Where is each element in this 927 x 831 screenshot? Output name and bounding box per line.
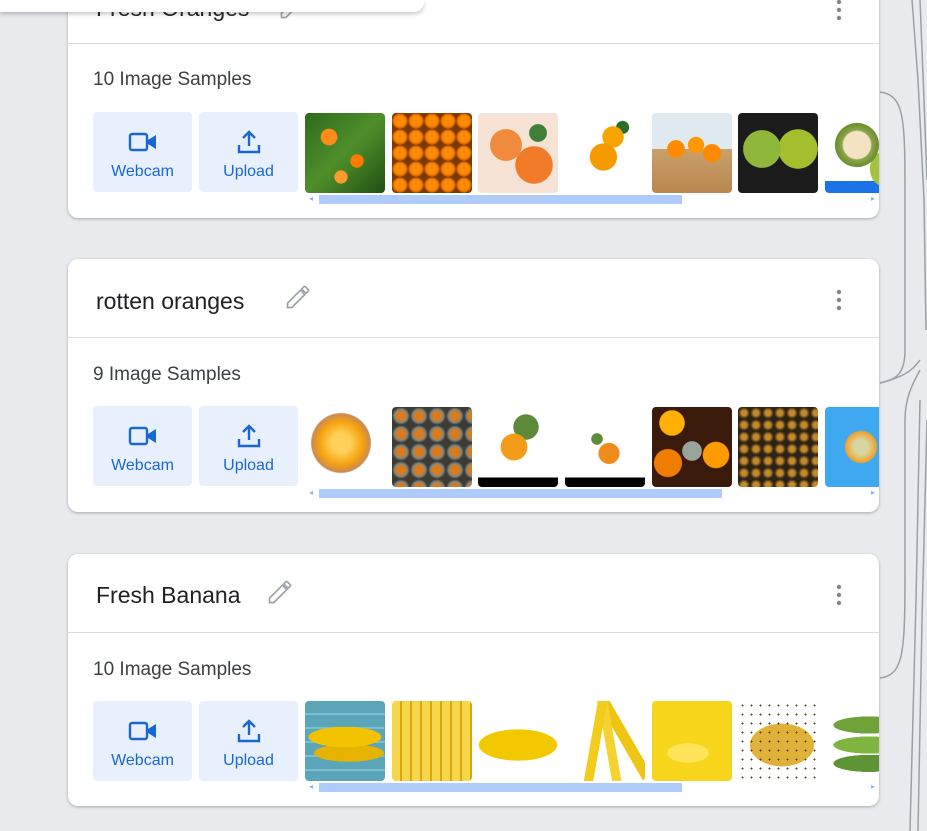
scroll-right-arrow[interactable]: ▸ bbox=[871, 782, 875, 791]
videocam-icon bbox=[128, 721, 156, 741]
upload-icon bbox=[237, 130, 260, 154]
thumbnail-scrollbar[interactable]: ◂ ▸ bbox=[305, 487, 879, 499]
scroll-left-arrow[interactable]: ◂ bbox=[309, 782, 313, 791]
scroll-left-arrow[interactable]: ◂ bbox=[309, 488, 313, 497]
class-title[interactable]: rotten oranges bbox=[96, 288, 244, 315]
scroll-left-arrow[interactable]: ◂ bbox=[309, 194, 313, 203]
moldy-orange-photo[interactable] bbox=[305, 407, 385, 487]
webcam-label: Webcam bbox=[111, 163, 174, 180]
upload-icon bbox=[237, 719, 260, 743]
thumbnail-scrollbar[interactable]: ◂ ▸ bbox=[305, 781, 879, 793]
scrollbar-thumb[interactable] bbox=[319, 489, 722, 498]
upload-label: Upload bbox=[223, 457, 274, 474]
class-card-header: Fresh Banana bbox=[68, 554, 879, 633]
webcam-label: Webcam bbox=[111, 457, 174, 474]
class-card-rotten-oranges: rotten oranges 9 Image Samples Webcam Up… bbox=[68, 259, 879, 512]
orange-branch-photo[interactable] bbox=[565, 113, 645, 193]
samples-count: 10 Image Samples bbox=[93, 659, 252, 680]
oranges-grid-photo[interactable] bbox=[392, 113, 472, 193]
webcam-label: Webcam bbox=[111, 752, 174, 769]
moldy-orange-blue-photo[interactable] bbox=[825, 407, 879, 487]
upload-icon bbox=[237, 424, 260, 448]
banana-bunches-photo[interactable] bbox=[392, 701, 472, 781]
sample-thumbnail-strip[interactable] bbox=[305, 701, 879, 781]
more-vert-icon[interactable] bbox=[829, 583, 849, 607]
rotten-orange-bin-photo[interactable] bbox=[652, 407, 732, 487]
upload-label: Upload bbox=[223, 752, 274, 769]
webcam-button[interactable]: Webcam bbox=[93, 701, 192, 781]
rotten-orange-small-photo[interactable] bbox=[565, 407, 645, 487]
pencil-icon[interactable] bbox=[284, 283, 312, 311]
class-card-fresh-banana: Fresh Banana 10 Image Samples Webcam Upl… bbox=[68, 554, 879, 806]
upload-button[interactable]: Upload bbox=[199, 406, 298, 486]
thumbnail-scrollbar[interactable]: ◂ ▸ bbox=[305, 193, 879, 205]
webcam-button[interactable]: Webcam bbox=[93, 406, 192, 486]
green-bananas-photo[interactable] bbox=[825, 701, 879, 781]
sample-thumbnail-strip[interactable] bbox=[305, 407, 879, 487]
samples-count: 10 Image Samples bbox=[93, 69, 252, 90]
cut-orange-photo[interactable] bbox=[825, 113, 879, 193]
overlay-panel-edge bbox=[0, 0, 424, 12]
class-card-header: rotten oranges bbox=[68, 259, 879, 338]
upload-button[interactable]: Upload bbox=[199, 701, 298, 781]
class-title[interactable]: Fresh Banana bbox=[96, 582, 240, 609]
videocam-icon bbox=[128, 132, 156, 152]
rotten-orange-pile-photo[interactable] bbox=[392, 407, 472, 487]
scrollbar-thumb[interactable] bbox=[319, 783, 682, 792]
orange-basket-photo[interactable] bbox=[652, 113, 732, 193]
class-card-fresh-oranges: Fresh Oranges 10 Image Samples Webcam Up… bbox=[68, 0, 879, 218]
rotten-fruit-pile-photo[interactable] bbox=[738, 407, 818, 487]
upload-label: Upload bbox=[223, 163, 274, 180]
pencil-icon[interactable] bbox=[266, 578, 294, 606]
more-vert-icon[interactable] bbox=[829, 0, 849, 22]
scrollbar-thumb[interactable] bbox=[319, 195, 682, 204]
upload-button[interactable]: Upload bbox=[199, 112, 298, 192]
banana-cluster-photo[interactable] bbox=[565, 701, 645, 781]
webcam-button[interactable]: Webcam bbox=[93, 112, 192, 192]
samples-count: 9 Image Samples bbox=[93, 364, 241, 385]
rotten-orange-leaf-photo[interactable] bbox=[478, 407, 558, 487]
bananas-wood-photo[interactable] bbox=[305, 701, 385, 781]
more-vert-icon[interactable] bbox=[829, 288, 849, 312]
videocam-icon bbox=[128, 426, 156, 446]
spotted-bananas-photo[interactable] bbox=[738, 701, 818, 781]
scroll-right-arrow[interactable]: ▸ bbox=[871, 488, 875, 497]
bananas-yellow-bg-photo[interactable] bbox=[652, 701, 732, 781]
green-oranges-photo[interactable] bbox=[738, 113, 818, 193]
orange-tree-photo[interactable] bbox=[305, 113, 385, 193]
tangerines-photo[interactable] bbox=[478, 113, 558, 193]
sample-thumbnail-strip[interactable] bbox=[305, 113, 879, 193]
scroll-right-arrow[interactable]: ▸ bbox=[871, 194, 875, 203]
single-banana-photo[interactable] bbox=[478, 701, 558, 781]
